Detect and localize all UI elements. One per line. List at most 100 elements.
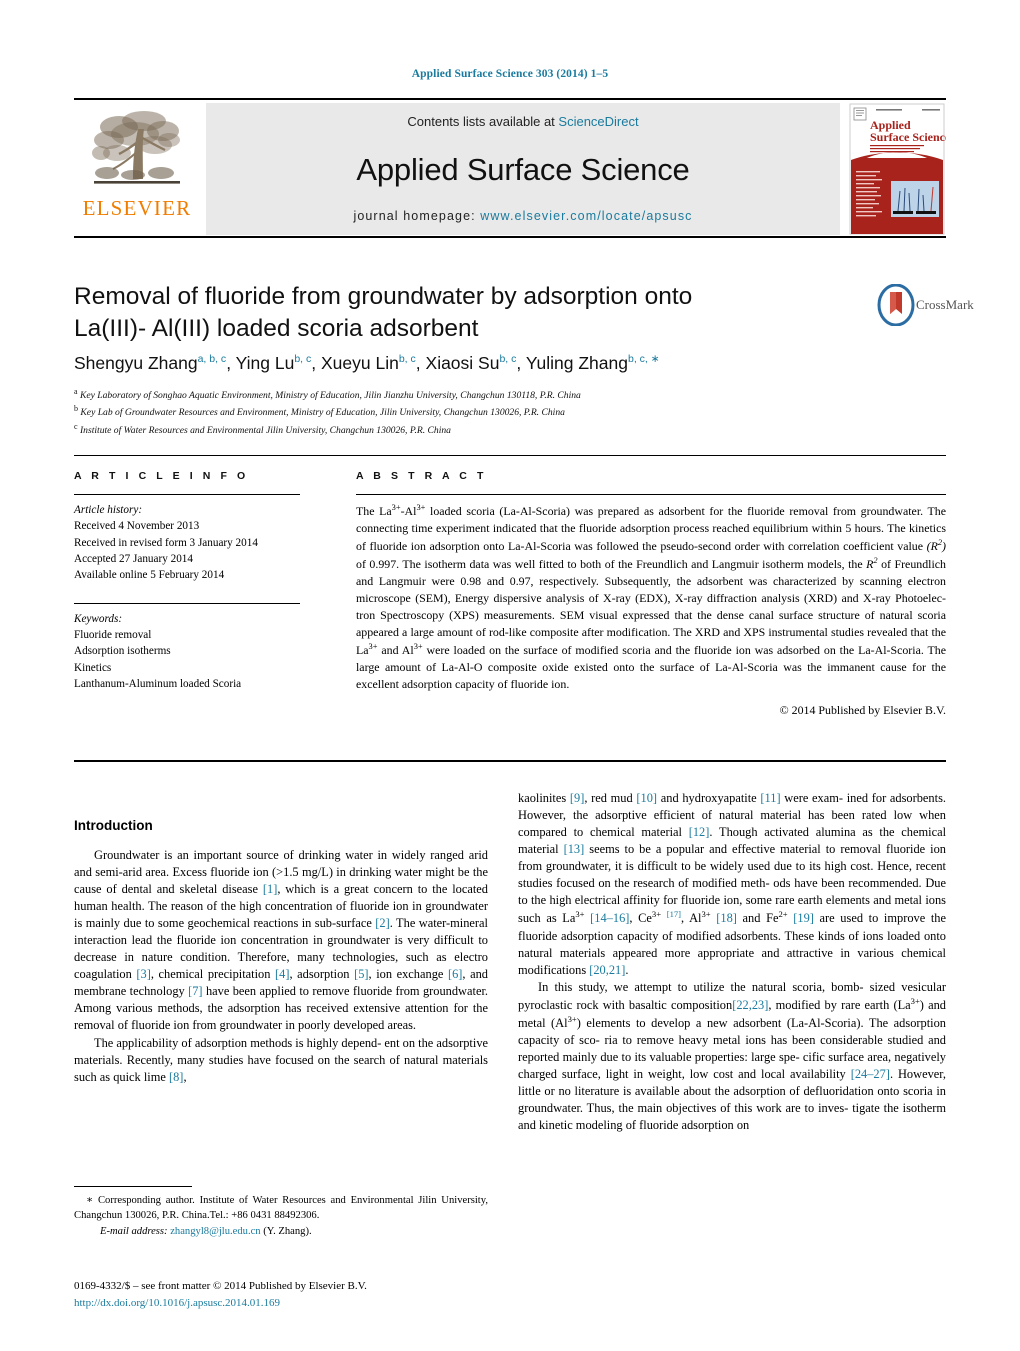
footnote-email-line: E-mail address: zhangyl8@jlu.edu.cn (Y. … [74,1224,488,1239]
keyword-item: Kinetics [74,661,112,674]
citation-ref[interactable]: [2] [375,916,389,930]
article-info-heading: A R T I C L E I N F O [74,470,249,482]
info-section-top-rule [74,455,946,456]
paragraph: In this study, we attempt to utilize the… [518,979,946,1133]
citation-ref[interactable]: [9] [570,791,584,805]
author-item: Yuling Zhangb, c, ∗ [526,353,660,373]
page-title: Removal of fluoride from groundwater by … [74,281,774,346]
crossmark-badge[interactable]: CrossMark [876,283,974,330]
citation-ref[interactable]: [5] [354,967,368,981]
imprint-block: 0169-4332/$ – see front matter © 2014 Pu… [74,1278,514,1311]
affiliation-text: Key Lab of Groundwater Resources and Env… [80,407,565,419]
affiliation-text: Institute of Water Resources and Environ… [79,424,451,436]
citation-ref[interactable]: [22,23] [732,998,768,1012]
footnote-marker: ∗ [86,1195,94,1206]
author-list: Shengyu Zhanga, b, c, Ying Lub, c, Xueyu… [74,353,660,373]
article-history-item: Accepted 27 January 2014 [74,552,193,565]
citation-ref[interactable]: [11] [760,791,780,805]
article-history-item: Received in revised form 3 January 2014 [74,536,258,549]
keywords-block: Keywords: Fluoride removal Adsorption is… [74,602,300,693]
issn-front-matter: 0169-4332/$ – see front matter © 2014 Pu… [74,1280,367,1292]
affiliation-item: b Key Lab of Groundwater Resources and E… [74,403,914,420]
paragraph: kaolinites [9], red mud [10] and hydroxy… [518,791,947,977]
citation-ref[interactable]: [12] [689,825,710,839]
citation-ref[interactable]: [10] [636,791,657,805]
citation-ref[interactable]: [4] [275,967,289,981]
homepage-prefix: journal homepage: [353,209,481,223]
corresponding-author-footnote: ∗ Corresponding author. Institute of Wat… [74,1186,488,1239]
title-line-1: Removal of fluoride from groundwater by … [74,283,693,310]
contents-available-line: Contents lists available at ScienceDirec… [407,114,638,129]
citation-ref[interactable]: [17] [667,909,681,919]
author-affil-mark: a, b, c [197,353,227,366]
citation-ref[interactable]: [18] [716,911,737,925]
elsevier-logo: ELSEVIER [74,103,200,235]
email-suffix: (Y. Zhang). [263,1226,312,1238]
keyword-item: Fluoride removal [74,628,152,641]
article-history-item: Available online 5 February 2014 [74,569,225,582]
journal-homepage-line: journal homepage: www.elsevier.com/locat… [353,209,692,223]
abstract-text: The La3+-Al3+ loaded scoria (La-Al-Scori… [356,503,946,692]
citation-ref[interactable]: [24–27] [851,1067,890,1081]
author-affil-mark: b, c [398,353,416,366]
crossmark-label: CrossMark [916,297,974,312]
title-line-2: La(III)- Al(III) loaded scoria adsorbent [74,315,479,343]
paper-page: Applied Surface Science 303 (2014) 1–5 E… [0,0,1020,1351]
article-history-item: Received 4 November 2013 [74,520,200,533]
affiliation-mark: c [74,421,78,431]
journal-cover-thumbnail: Applied Surface Science [848,103,951,235]
affiliation-list: a Key Laboratory of Songhao Aquatic Envi… [74,386,914,438]
author-affil-mark: b, c [294,353,312,366]
journal-homepage-link[interactable]: www.elsevier.com/locate/apsusc [480,209,692,223]
citation-ref[interactable]: [7] [188,984,202,998]
email-link[interactable]: zhangyl8@jlu.edu.cn [170,1226,260,1237]
journal-masthead: ELSEVIER Contents lists available at Sci… [74,98,951,238]
doi-link[interactable]: http://dx.doi.org/10.1016/j.apsusc.2014.… [74,1295,514,1312]
author-item: Xiaosi Sub, c [426,353,517,373]
author-affil-mark: b, c, ∗ [627,353,660,366]
sciencedirect-link[interactable]: ScienceDirect [558,114,638,129]
journal-banner: Contents lists available at ScienceDirec… [206,103,840,235]
keyword-item: Adsorption isotherms [74,645,171,658]
paragraph: The applicability of adsorption methods … [74,1035,489,1084]
crossmark-icon [877,283,915,327]
citation-ref[interactable]: [20,21] [589,963,625,977]
keyword-item: Lanthanum-Aluminum loaded Scoria [74,677,242,690]
keywords-title: Keywords: [74,612,123,625]
email-label: E-mail address: [100,1226,168,1238]
affiliation-item: c Institute of Water Resources and Envir… [74,421,914,438]
citation-ref[interactable]: [1] [263,882,277,896]
keywords-rule [74,602,300,604]
citation-ref[interactable]: [13] [564,842,585,856]
citation-ref[interactable]: [3] [136,967,150,981]
affiliation-mark: a [74,387,78,396]
abstract-bottom-rule [74,760,946,762]
author-name: Xiaosi Su [425,353,500,373]
abstract-copyright: © 2014 Published by Elsevier B.V. [779,703,946,718]
body-column-left: Introduction Groundwater is an important… [74,818,488,1086]
elsevier-wordmark: ELSEVIER [82,196,192,220]
footnote-body: Corresponding author. Institute of Water… [74,1195,488,1222]
affiliation-mark: b [74,404,78,414]
abstract-heading: A B S T R A C T [356,470,487,482]
author-name: Xueyu Lin [321,353,399,373]
citation-ref[interactable]: [19] [793,911,814,925]
footnote-text: ∗ Corresponding author. Institute of Wat… [74,1193,488,1223]
journal-title: Applied Surface Science [356,151,690,187]
contents-prefix: Contents lists available at [407,114,559,129]
article-info-column: A R T I C L E I N F O Article history: R… [74,470,300,692]
citation-ref[interactable]: [14–16] [590,911,629,925]
author-name: Ying Lu [235,353,295,373]
author-item: Xueyu Linb, c [321,353,416,373]
body-column-right: kaolinites [9], red mud [10] and hydroxy… [518,790,946,1134]
footnote-rule [74,1186,192,1187]
author-item: Ying Lub, c [236,353,312,373]
abstract-column: A B S T R A C T The La3+-Al3+ loaded sco… [356,470,946,718]
citation-ref[interactable]: [8] [169,1070,183,1084]
author-name: Shengyu Zhang [74,353,198,373]
citation-ref[interactable]: [6] [448,967,462,981]
cover-image: Applied Surface Science [849,103,951,235]
abstract-rule [356,494,946,495]
author-item: Shengyu Zhanga, b, c [74,353,226,373]
article-history-title: Article history: [74,504,143,516]
